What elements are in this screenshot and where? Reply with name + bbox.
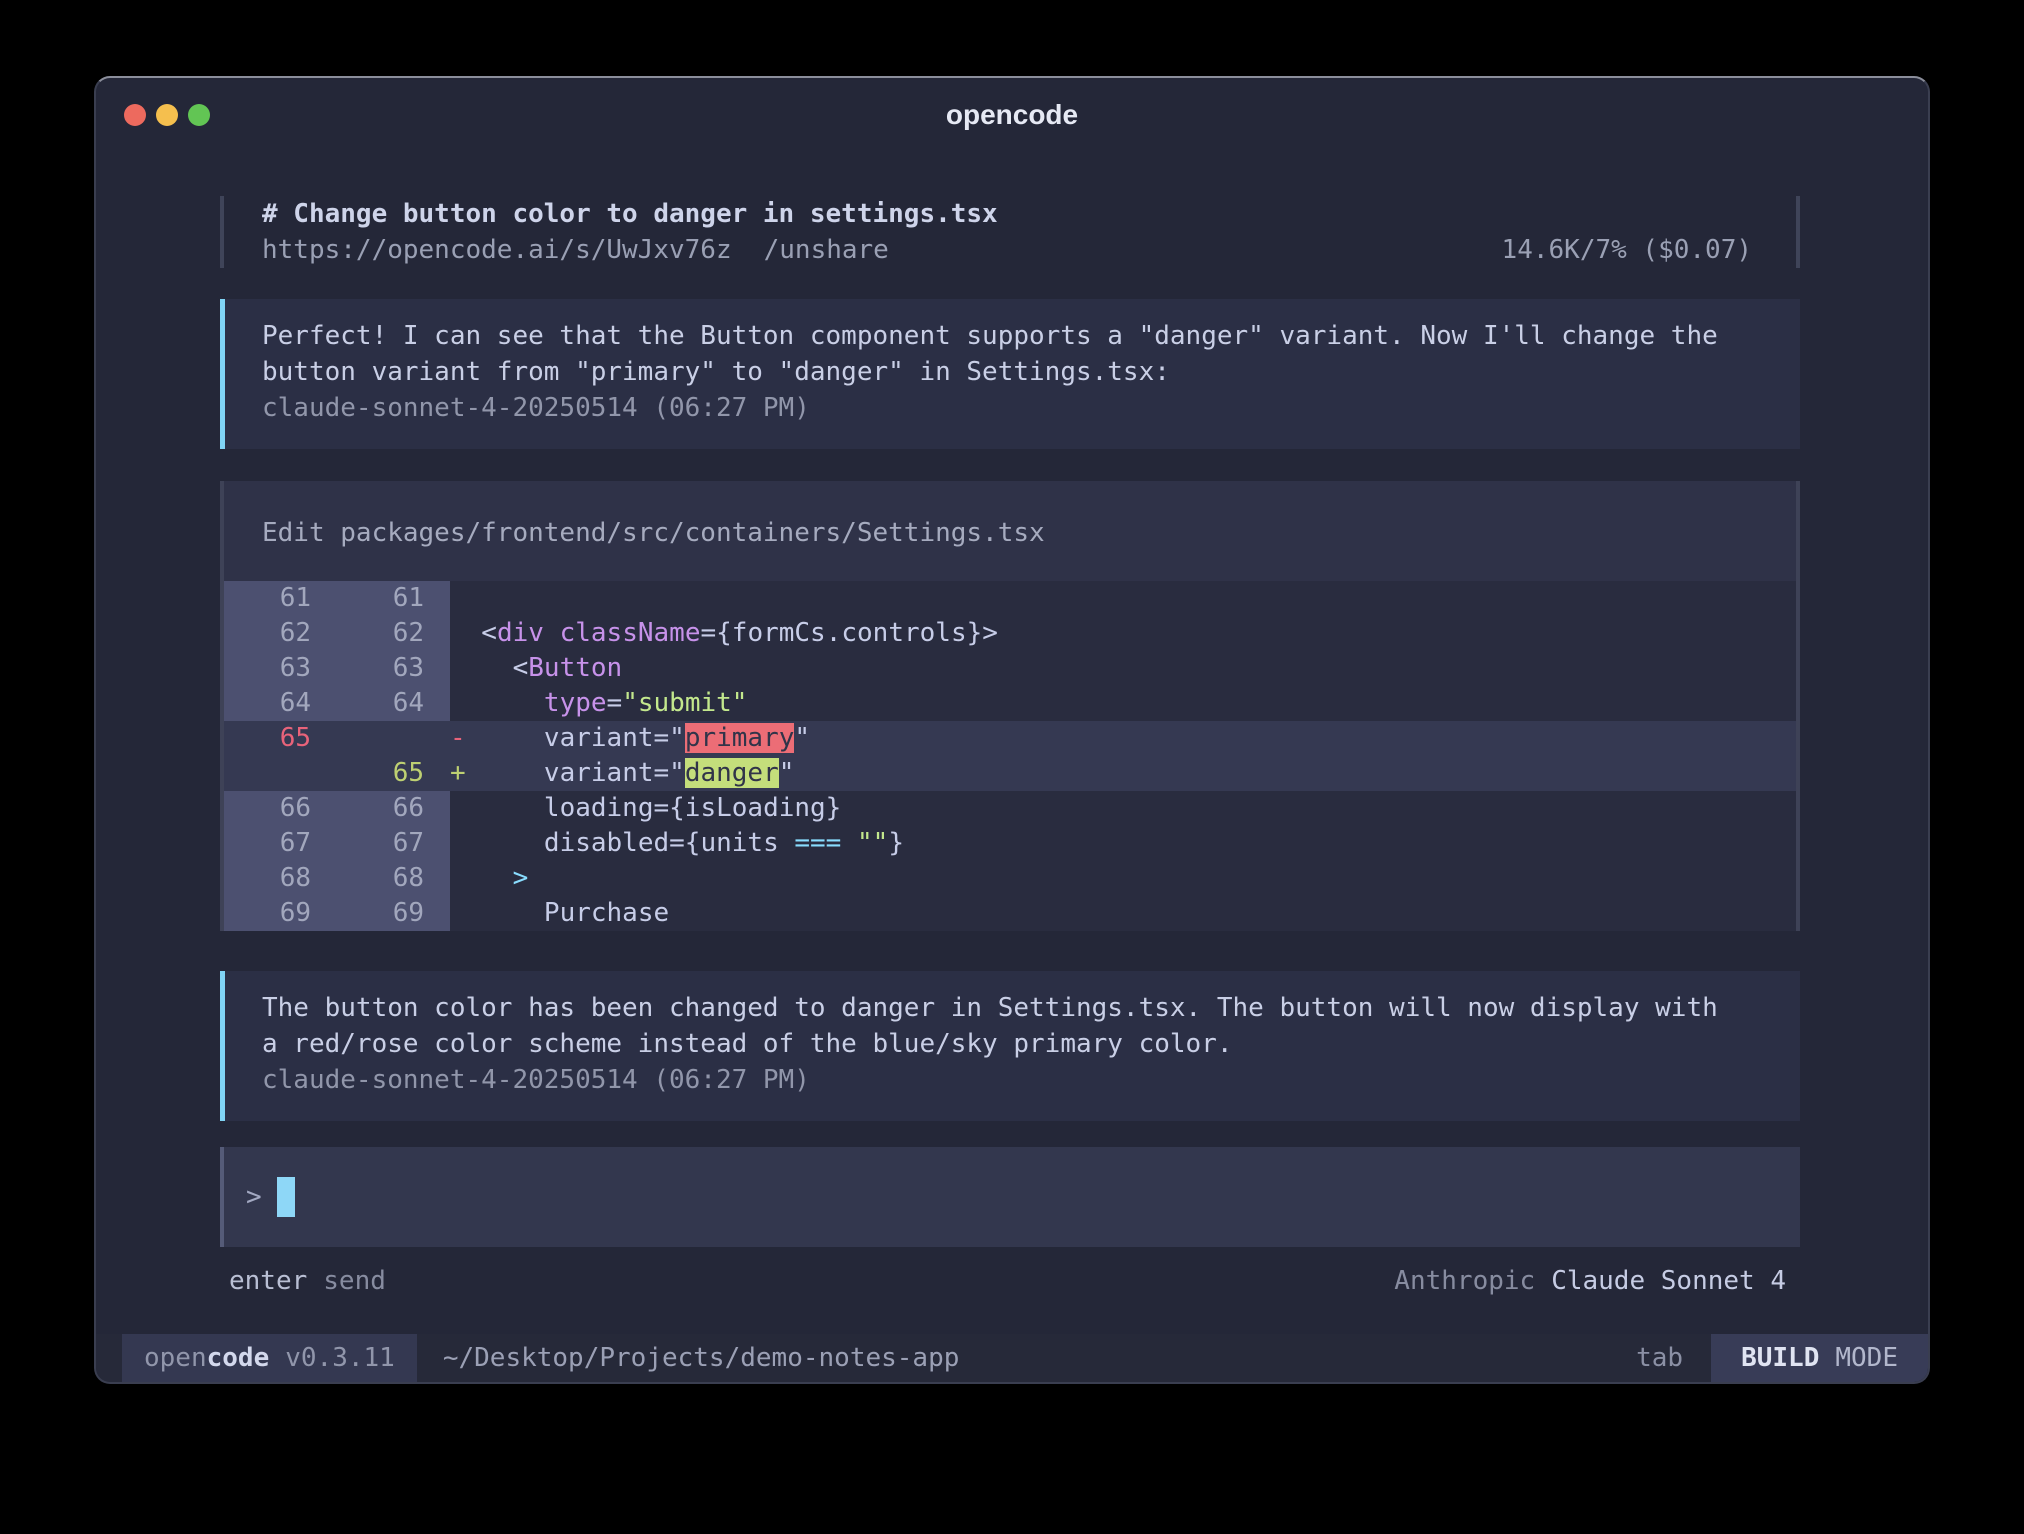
opencode-window: opencode # Change button color to danger…: [94, 76, 1930, 1384]
diff-new-lineno: 65: [337, 756, 450, 791]
token-usage: 14.6K/7% ($0.07): [1502, 232, 1752, 268]
diff-row: 6666 loading={isLoading}: [224, 791, 1796, 826]
diff-new-lineno: 64: [337, 686, 450, 721]
diff-row: 65+ variant="danger": [224, 756, 1796, 791]
titlebar: opencode: [96, 78, 1928, 152]
diff-row: 6464 type="submit": [224, 686, 1796, 721]
model-name: Claude Sonnet 4: [1551, 1263, 1786, 1299]
diff-old-lineno: 63: [224, 651, 337, 686]
message-meta: claude-sonnet-4-20250514 (06:27 PM): [262, 390, 1760, 426]
message-text: a red/rose color scheme instead of the b…: [262, 1026, 1760, 1062]
diff-code: - variant="primary": [450, 721, 1796, 756]
app-name-bold: code: [207, 1343, 270, 1373]
diff-new-lineno: 63: [337, 651, 450, 686]
diff-new-lineno: [337, 721, 450, 756]
hints-row: enter send Anthropic Claude Sonnet 4: [220, 1263, 1800, 1299]
diff-code: type="submit": [450, 686, 1796, 721]
send-action-hint: send: [323, 1263, 386, 1299]
text-cursor: [277, 1177, 295, 1217]
diff-old-lineno: 62: [224, 616, 337, 651]
diff-code: [450, 581, 1796, 616]
app-version: v0.3.11: [285, 1343, 395, 1373]
diff-code: Purchase: [450, 896, 1796, 931]
window-title: opencode: [96, 99, 1928, 131]
diff-row: 6161: [224, 581, 1796, 616]
diff-new-lineno: 68: [337, 861, 450, 896]
unshare-command: /unshare: [764, 232, 889, 268]
assistant-message: Perfect! I can see that the Button compo…: [220, 299, 1800, 449]
diff-new-lineno: 62: [337, 616, 450, 651]
diff-new-lineno: 61: [337, 581, 450, 616]
enter-key-hint: enter: [229, 1263, 307, 1299]
diff-row: 6767 disabled={units === ""}: [224, 826, 1796, 861]
diff-code: <div className={formCs.controls}>: [450, 616, 1796, 651]
diff-old-lineno: 69: [224, 896, 337, 931]
diff-old-lineno: 64: [224, 686, 337, 721]
diff-code: + variant="danger": [450, 756, 1796, 791]
diff-row: 65 - variant="primary": [224, 721, 1796, 756]
mode-badge[interactable]: BUILD MODE: [1711, 1334, 1928, 1382]
diff-old-lineno: 67: [224, 826, 337, 861]
diff-row: 6969 Purchase: [224, 896, 1796, 931]
diff-new-lineno: 66: [337, 791, 450, 826]
diff-old-lineno: 68: [224, 861, 337, 896]
diff-code: loading={isLoading}: [450, 791, 1796, 826]
diff-code: disabled={units === ""}: [450, 826, 1796, 861]
diff-old-lineno: 66: [224, 791, 337, 826]
app-name-normal: open: [144, 1343, 207, 1373]
mode-label: MODE: [1835, 1343, 1898, 1373]
app-version-badge: opencode v0.3.11: [122, 1334, 417, 1382]
edit-tool-title: Edit packages/frontend/src/containers/Se…: [224, 481, 1796, 581]
edit-tool-block: Edit packages/frontend/src/containers/Se…: [220, 481, 1800, 931]
message-text: Perfect! I can see that the Button compo…: [262, 318, 1760, 354]
tab-key-hint: tab: [1636, 1334, 1683, 1382]
diff-code: >: [450, 861, 1796, 896]
model-provider: Anthropic: [1394, 1263, 1535, 1299]
diff-row: 6363 <Button: [224, 651, 1796, 686]
message-meta: claude-sonnet-4-20250514 (06:27 PM): [262, 1062, 1760, 1098]
prompt-character: >: [246, 1177, 262, 1217]
status-bar: opencode v0.3.11 ~/Desktop/Projects/demo-…: [96, 1334, 1928, 1382]
message-text: The button color has been changed to dan…: [262, 990, 1760, 1026]
diff-old-lineno: 61: [224, 581, 337, 616]
share-url[interactable]: https://opencode.ai/s/UwJxv76z: [262, 232, 732, 268]
diff-old-lineno: [224, 756, 337, 791]
share-header: # Change button color to danger in setti…: [220, 196, 1800, 268]
diff-code: <Button: [450, 651, 1796, 686]
diff: 61616262 <div className={formCs.controls…: [224, 581, 1796, 931]
mode-name: BUILD: [1741, 1343, 1819, 1373]
diff-new-lineno: 67: [337, 826, 450, 861]
working-directory: ~/Desktop/Projects/demo-notes-app: [443, 1334, 960, 1382]
session-content: # Change button color to danger in setti…: [96, 152, 1928, 1334]
diff-old-lineno: 65: [224, 721, 337, 756]
diff-row: 6868 >: [224, 861, 1796, 896]
diff-row: 6262 <div className={formCs.controls}>: [224, 616, 1796, 651]
session-title: # Change button color to danger in setti…: [262, 199, 998, 229]
diff-new-lineno: 69: [337, 896, 450, 931]
message-text: button variant from "primary" to "danger…: [262, 354, 1760, 390]
prompt-input[interactable]: >: [220, 1147, 1800, 1247]
assistant-message: The button color has been changed to dan…: [220, 971, 1800, 1121]
